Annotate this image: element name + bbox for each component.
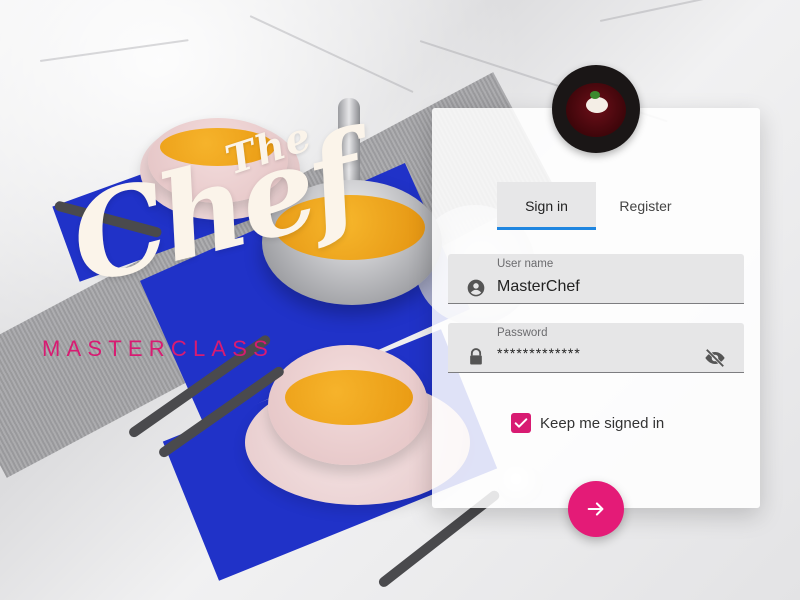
tab-sign-in[interactable]: Sign in (497, 182, 596, 230)
username-input[interactable]: MasterChef (497, 278, 580, 296)
arrow-right-icon (587, 502, 604, 516)
password-field[interactable]: Password ************* (448, 323, 744, 373)
marble-vein (249, 15, 414, 93)
avatar (552, 65, 640, 153)
keep-signed-in-checkbox[interactable] (511, 413, 531, 433)
username-label: User name (497, 258, 554, 270)
brand-subtitle: MASTERCLASS (42, 336, 275, 361)
dish-garnish (586, 97, 608, 113)
keep-signed-in-label: Keep me signed in (540, 414, 665, 432)
lock-icon (470, 348, 482, 365)
check-icon (514, 418, 528, 428)
marble-vein (599, 0, 796, 22)
soup (285, 370, 413, 425)
marble-vein (39, 39, 189, 62)
tab-register[interactable]: Register (596, 182, 695, 230)
auth-tabs: Sign in Register (497, 182, 695, 230)
dish-herb (590, 91, 600, 99)
password-label: Password (497, 327, 548, 339)
keep-signed-in[interactable]: Keep me signed in (511, 413, 664, 433)
sign-in-submit-button[interactable] (568, 481, 624, 537)
username-field[interactable]: User name MasterChef (448, 254, 744, 304)
login-card (432, 108, 760, 508)
account-circle-icon (467, 279, 485, 297)
eye-off-icon[interactable] (703, 347, 727, 369)
password-input[interactable]: ************* (497, 345, 581, 361)
